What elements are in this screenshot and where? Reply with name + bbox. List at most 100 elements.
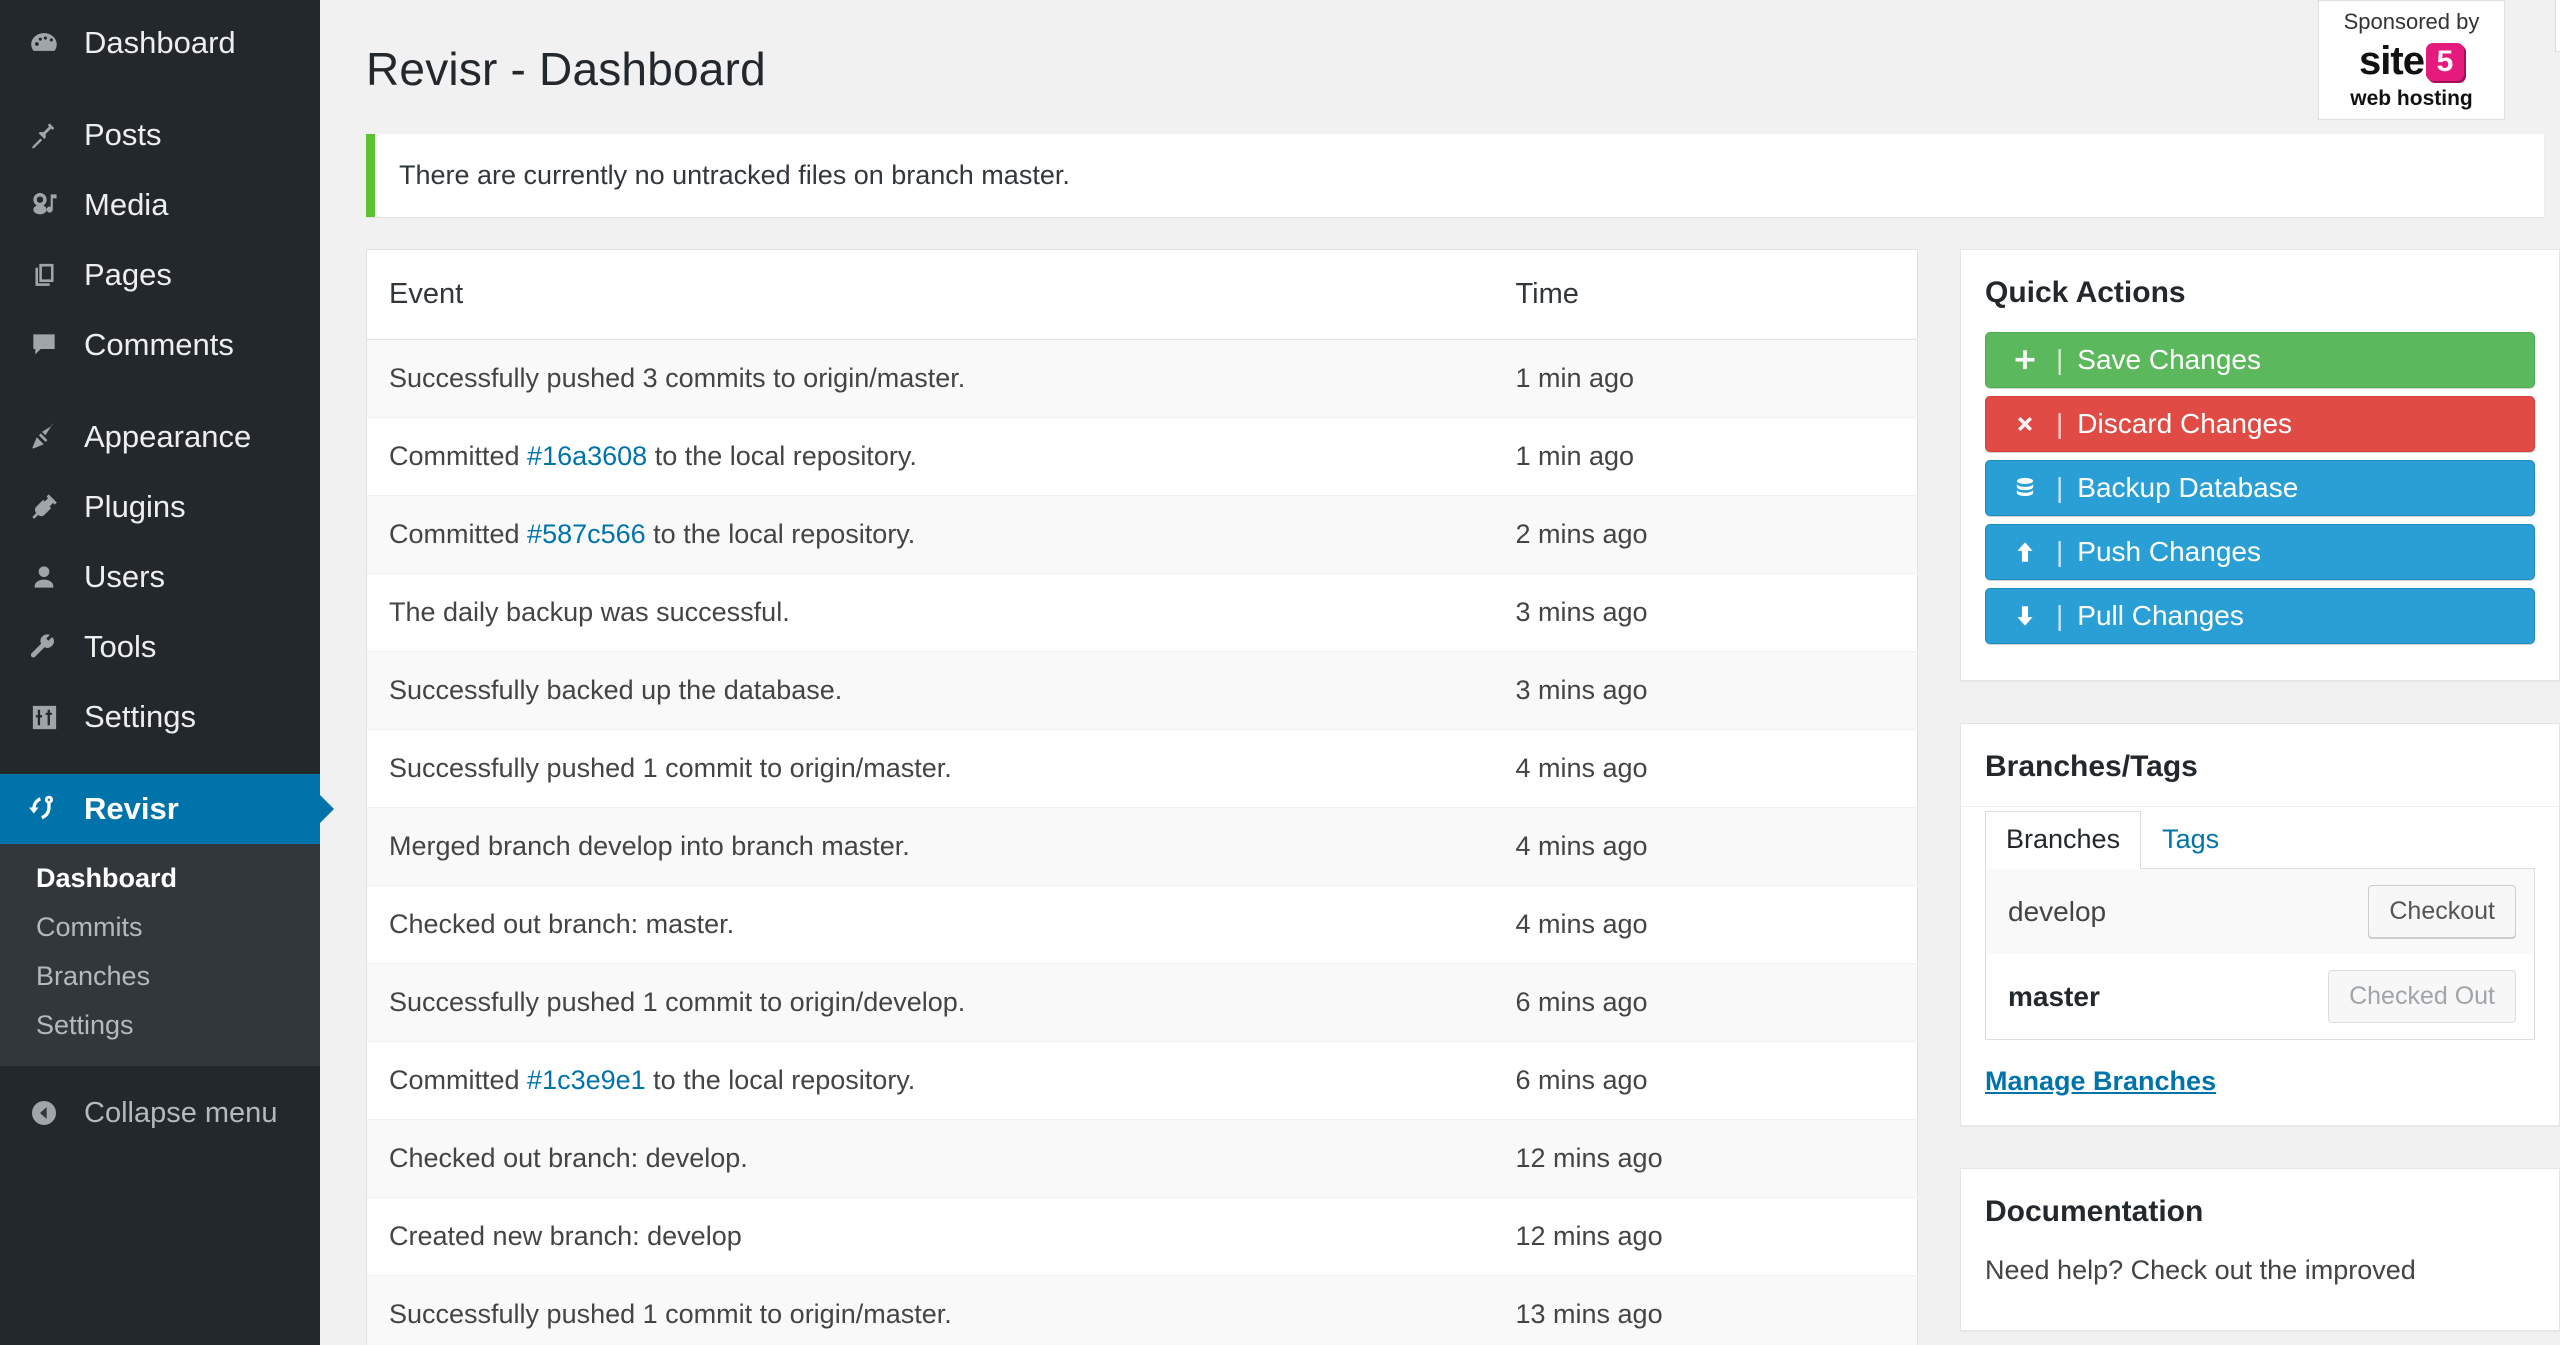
sidebar-item-revisr[interactable]: Revisr: [0, 774, 334, 844]
push-changes-button[interactable]: | Push Changes: [1985, 524, 2535, 580]
sidebar-item-label: Posts: [84, 117, 162, 152]
admin-sidebar: Dashboard Posts Media Pages Comments App…: [0, 0, 334, 1345]
sponsor-brand-text: site: [2359, 39, 2425, 83]
time-cell: 3 mins ago: [1487, 651, 1918, 730]
events-header-row: Event Time: [366, 249, 1918, 340]
brush-icon: [18, 415, 70, 459]
sponsor-bottom-text: web hosting: [2350, 87, 2473, 110]
dashboard-icon: [18, 21, 70, 65]
time-cell: 12 mins ago: [1487, 1197, 1918, 1276]
column-header-event: Event: [366, 249, 1488, 340]
event-cell: Created new branch: develop: [366, 1197, 1488, 1276]
commit-hash-link[interactable]: #1c3e9e1: [527, 1065, 646, 1095]
branches-panel-body: Branches Tags develop Checkout master Check…: [1961, 811, 2559, 1125]
sidebar-item-media[interactable]: Media: [0, 170, 320, 240]
backup-database-button[interactable]: | Backup Database: [1985, 460, 2535, 516]
close-x-icon: [2008, 412, 2042, 436]
sidebar-item-pages[interactable]: Pages: [0, 240, 320, 310]
submenu-item-commits[interactable]: Commits: [0, 903, 320, 952]
sidebar-item-label: Tools: [84, 629, 157, 664]
event-cell: Successfully pushed 1 commit to origin/m…: [366, 1275, 1488, 1345]
settings-icon: [18, 695, 70, 739]
tab-tags[interactable]: Tags: [2141, 811, 2240, 868]
commit-hash-link[interactable]: #16a3608: [527, 441, 647, 471]
time-cell: 6 mins ago: [1487, 1041, 1918, 1120]
column-header-time: Time: [1487, 249, 1918, 340]
sidebar-item-label: Appearance: [84, 419, 252, 454]
sidebar-item-appearance[interactable]: Appearance: [0, 402, 320, 472]
sidebar-item-posts[interactable]: Posts: [0, 100, 320, 170]
event-cell: Committed #587c566 to the local reposito…: [366, 495, 1488, 574]
plus-icon: [2008, 347, 2042, 373]
sidebar-item-plugins[interactable]: Plugins: [0, 472, 320, 542]
quick-action-label: Discard Changes: [2077, 408, 2293, 439]
event-cell: Checked out branch: master.: [366, 885, 1488, 964]
table-row: Merged branch develop into branch master…: [366, 807, 1918, 886]
button-separator: |: [2056, 472, 2064, 503]
pages-icon: [18, 253, 70, 297]
documentation-text: Need help? Check out the improved: [1985, 1255, 2416, 1285]
sidebar-item-label: Media: [84, 187, 169, 222]
events-table-body: Successfully pushed 3 commits to origin/…: [366, 339, 1918, 1345]
submenu-item-branches[interactable]: Branches: [0, 952, 320, 1001]
events-column: Event Time Successfully pushed 3 commits…: [366, 249, 1918, 1345]
sponsor-badge[interactable]: Sponsored by site 5 web hosting: [2318, 0, 2505, 120]
button-separator: |: [2056, 408, 2064, 439]
main-content: Sponsored by site 5 web hosting Screen O…: [320, 0, 2560, 1345]
pull-changes-button[interactable]: | Pull Changes: [1985, 588, 2535, 644]
save-changes-button[interactable]: | Save Changes: [1985, 332, 2535, 388]
submenu-item-settings[interactable]: Settings: [0, 1001, 320, 1050]
quick-actions-title: Quick Actions: [1985, 276, 2186, 309]
page-title: Revisr - Dashboard: [366, 43, 766, 95]
documentation-panel: Documentation Need help? Check out the i…: [1960, 1168, 2560, 1332]
media-icon: [18, 183, 70, 227]
quick-action-label: Save Changes: [2077, 344, 2261, 375]
sidebar-item-settings[interactable]: Settings: [0, 682, 320, 752]
checkout-button[interactable]: Checkout: [2368, 885, 2516, 938]
event-cell: Successfully pushed 3 commits to origin/…: [366, 339, 1488, 418]
tab-branches[interactable]: Branches: [1985, 811, 2142, 869]
event-cell: Committed #1c3e9e1 to the local reposito…: [366, 1041, 1488, 1120]
admin-page: Dashboard Posts Media Pages Comments App…: [0, 0, 2560, 1345]
sidebar-item-label: Pages: [84, 257, 172, 292]
sponsor-top-text: Sponsored by: [2343, 9, 2480, 34]
commit-hash-link[interactable]: #587c566: [527, 519, 646, 549]
sidebar-item-users[interactable]: Users: [0, 542, 320, 612]
database-icon: [2008, 475, 2042, 501]
collapse-menu-label: Collapse menu: [84, 1096, 278, 1129]
notice-message: There are currently no untracked files o…: [399, 160, 1070, 190]
table-row: Committed #1c3e9e1 to the local reposito…: [366, 1041, 1918, 1120]
sidebar-item-label: Plugins: [84, 489, 186, 524]
event-cell: Merged branch develop into branch master…: [366, 807, 1488, 886]
sidebar-item-dashboard[interactable]: Dashboard: [0, 8, 320, 78]
collapse-menu-button[interactable]: Collapse menu: [0, 1076, 320, 1150]
manage-branches-link[interactable]: Manage Branches: [1985, 1066, 2216, 1097]
time-cell: 1 min ago: [1487, 417, 1918, 496]
table-row: Created new branch: develop 12 mins ago: [366, 1197, 1918, 1276]
wrench-icon: [18, 625, 70, 669]
user-icon: [18, 555, 70, 599]
time-cell: 4 mins ago: [1487, 729, 1918, 808]
discard-changes-button[interactable]: | Discard Changes: [1985, 396, 2535, 452]
table-row: The daily backup was successful. 3 mins a…: [366, 573, 1918, 652]
arrow-up-icon: [2008, 539, 2042, 565]
submenu-item-dashboard[interactable]: Dashboard: [0, 854, 320, 903]
table-row: Successfully pushed 1 commit to origin/d…: [366, 963, 1918, 1042]
sidebar-item-tools[interactable]: Tools: [0, 612, 320, 682]
menu-divider: [0, 752, 320, 774]
side-column: Quick Actions | Save Changes | Discard Chan…: [1960, 249, 2560, 1345]
event-cell: The daily backup was successful.: [366, 573, 1488, 652]
branches-tags-panel: Branches/Tags Branches Tags develop Check…: [1960, 723, 2560, 1126]
table-row: Successfully pushed 1 commit to origin/m…: [366, 729, 1918, 808]
event-cell: Committed #16a3608 to the local reposito…: [366, 417, 1488, 496]
untracked-files-notice: There are currently no untracked files o…: [366, 134, 2544, 217]
sidebar-item-comments[interactable]: Comments: [0, 310, 320, 380]
button-separator: |: [2056, 600, 2064, 631]
screen-options-button[interactable]: Screen Options: [2555, 0, 2560, 52]
site5-logo: site 5: [2359, 39, 2464, 84]
time-cell: 4 mins ago: [1487, 807, 1918, 886]
event-cell: Successfully backed up the database.: [366, 651, 1488, 730]
button-separator: |: [2056, 344, 2064, 375]
quick-action-label: Backup Database: [2077, 472, 2299, 503]
event-cell: Successfully pushed 1 commit to origin/m…: [366, 729, 1488, 808]
